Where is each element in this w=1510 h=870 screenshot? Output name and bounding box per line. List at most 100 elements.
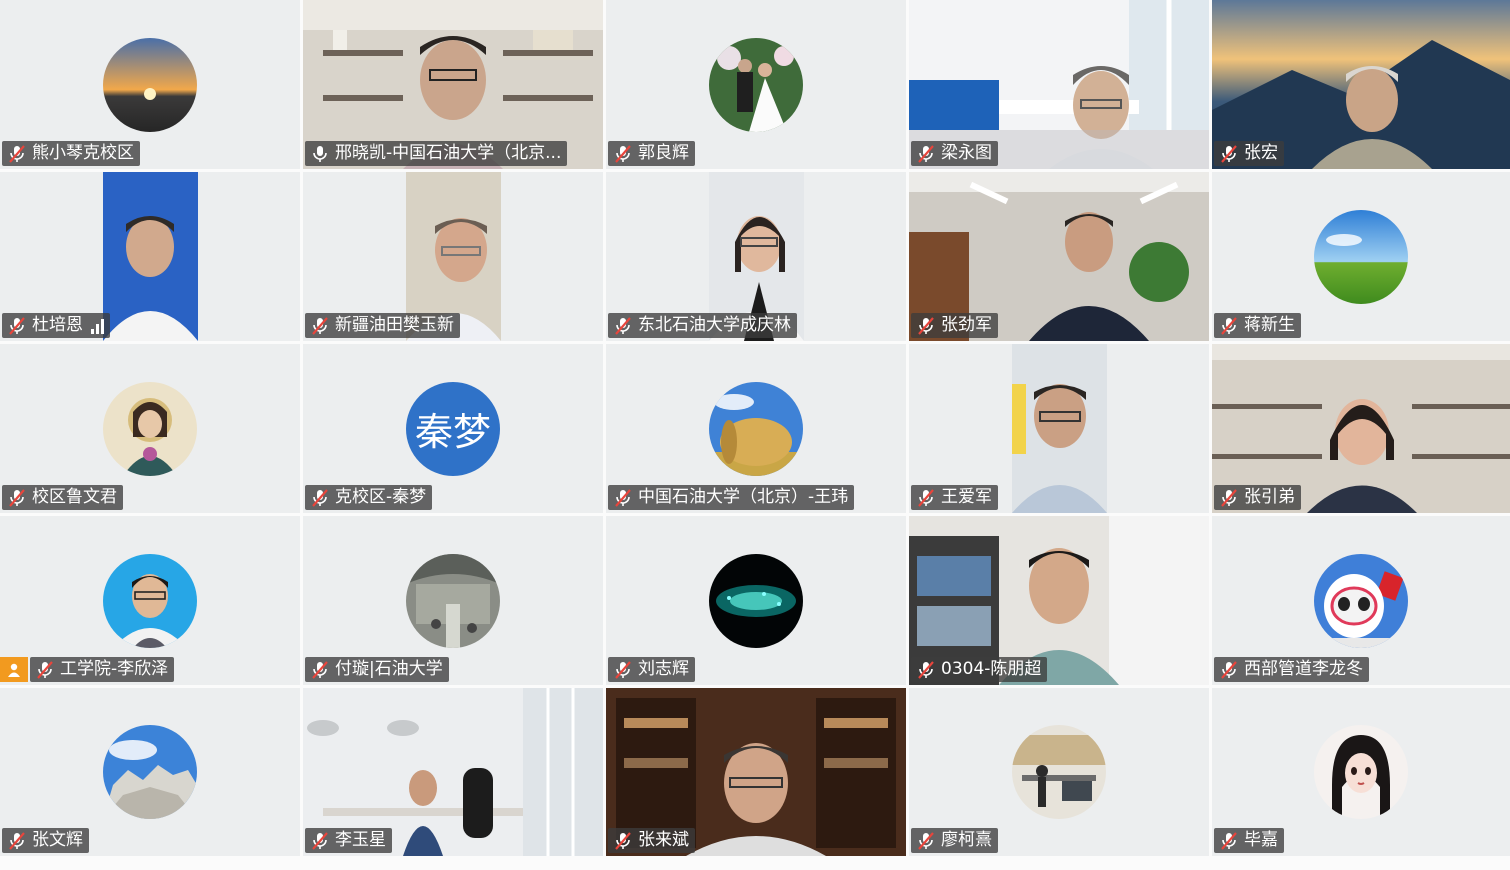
name-label: 0304-陈朋超 <box>911 657 1048 682</box>
mic-muted-icon[interactable] <box>34 659 56 681</box>
participant-tile[interactable]: 毕嘉 <box>1212 688 1510 856</box>
participant-tile[interactable]: 蒋新生 <box>1212 172 1510 341</box>
mic-muted-icon[interactable] <box>1218 659 1240 681</box>
mic-muted-icon[interactable] <box>915 659 937 681</box>
participant-name: 王爱军 <box>941 487 992 507</box>
name-label: 郭良辉 <box>608 141 695 166</box>
participant-tile[interactable]: 郭良辉 <box>606 0 906 169</box>
participant-name: 李玉星 <box>335 830 386 850</box>
participant-tile[interactable]: 中国石油大学（北京）-王玮 <box>606 344 906 513</box>
avatar <box>1012 725 1106 819</box>
mic-muted-icon[interactable] <box>6 487 28 509</box>
participant-name: 付璇|石油大学 <box>335 659 443 679</box>
name-label: 梁永图 <box>911 141 998 166</box>
participant-tile[interactable]: 0304-陈朋超 <box>909 516 1209 685</box>
name-label: 张宏 <box>1214 141 1284 166</box>
name-label: 刘志辉 <box>608 657 695 682</box>
mic-muted-icon[interactable] <box>6 830 28 852</box>
name-label: 西部管道李龙冬 <box>1214 657 1369 682</box>
avatar <box>103 381 197 476</box>
name-label: 张文辉 <box>2 828 89 853</box>
name-label: 蒋新生 <box>1214 313 1301 338</box>
participant-tile[interactable]: 新疆油田樊玉新 <box>303 172 603 341</box>
mic-muted-icon[interactable] <box>1218 315 1240 337</box>
video-grid: 熊小琴克校区 邢晓凯-中国石油大学（北京... 郭良辉 梁永图 张宏 杜培恩 新… <box>0 0 1510 860</box>
mic-muted-icon[interactable] <box>915 143 937 165</box>
name-label: 毕嘉 <box>1214 828 1284 853</box>
name-label: 新疆油田樊玉新 <box>305 313 460 338</box>
initials-avatar: 秦梦 <box>406 381 500 476</box>
participant-tile[interactable]: 刘志辉 <box>606 516 906 685</box>
participant-name: 廖柯熹 <box>941 830 992 850</box>
avatar <box>1314 725 1408 819</box>
name-label: 付璇|石油大学 <box>305 657 449 682</box>
participant-tile[interactable]: 张引弟 <box>1212 344 1510 513</box>
mic-muted-icon[interactable] <box>915 315 937 337</box>
avatar <box>406 553 500 648</box>
name-label: 张来斌 <box>608 828 695 853</box>
mic-icon[interactable] <box>309 143 331 165</box>
participant-tile[interactable]: 廖柯熹 <box>909 688 1209 856</box>
avatar <box>1314 553 1408 648</box>
mic-muted-icon[interactable] <box>309 315 331 337</box>
mic-muted-icon[interactable] <box>612 143 634 165</box>
mic-muted-icon[interactable] <box>915 830 937 852</box>
participant-name: 杜培恩 <box>32 315 83 335</box>
mic-muted-icon[interactable] <box>309 830 331 852</box>
mic-muted-icon[interactable] <box>6 143 28 165</box>
participant-name: 张劲军 <box>941 315 992 335</box>
participant-tile[interactable]: 张劲军 <box>909 172 1209 341</box>
participant-tile[interactable]: 秦梦 克校区-秦梦 <box>303 344 603 513</box>
mic-muted-icon[interactable] <box>915 487 937 509</box>
name-label: 熊小琴克校区 <box>2 141 140 166</box>
participant-name: 毕嘉 <box>1244 830 1278 850</box>
participant-tile[interactable]: 邢晓凯-中国石油大学（北京... <box>303 0 603 169</box>
name-label: 张劲军 <box>911 313 998 338</box>
participant-name: 蒋新生 <box>1244 315 1295 335</box>
participant-tile[interactable]: 工学院-李欣泽 <box>0 516 300 685</box>
name-label: 克校区-秦梦 <box>305 485 433 510</box>
mic-muted-icon[interactable] <box>309 659 331 681</box>
participant-name: 张宏 <box>1244 143 1278 163</box>
mic-muted-icon[interactable] <box>1218 830 1240 852</box>
avatar <box>103 725 197 819</box>
participant-tile[interactable]: 熊小琴克校区 <box>0 0 300 169</box>
participant-name: 克校区-秦梦 <box>335 487 427 507</box>
avatar <box>103 553 197 648</box>
mic-muted-icon[interactable] <box>612 315 634 337</box>
participant-name: 中国石油大学（北京）-王玮 <box>638 487 849 507</box>
participant-tile[interactable]: 张来斌 <box>606 688 906 856</box>
participant-tile[interactable]: 东北石油大学成庆林 <box>606 172 906 341</box>
participant-name: 东北石油大学成庆林 <box>638 315 791 335</box>
name-label: 中国石油大学（北京）-王玮 <box>608 485 855 510</box>
participant-name: 校区鲁文君 <box>32 487 117 507</box>
participant-name: 熊小琴克校区 <box>32 143 134 163</box>
participant-tile[interactable]: 付璇|石油大学 <box>303 516 603 685</box>
participant-tile[interactable]: 张文辉 <box>0 688 300 856</box>
participant-tile[interactable]: 杜培恩 <box>0 172 300 341</box>
signal-bars-icon <box>91 318 104 334</box>
mic-muted-icon[interactable] <box>612 659 634 681</box>
mic-muted-icon[interactable] <box>612 830 634 852</box>
name-label: 东北石油大学成庆林 <box>608 313 797 338</box>
name-label: 工学院-李欣泽 <box>30 657 175 682</box>
participant-tile[interactable]: 张宏 <box>1212 0 1510 169</box>
participant-tile[interactable]: 梁永图 <box>909 0 1209 169</box>
name-label: 李玉星 <box>305 828 392 853</box>
participant-name: 张来斌 <box>638 830 689 850</box>
mic-muted-icon[interactable] <box>612 487 634 509</box>
participant-tile[interactable]: 校区鲁文君 <box>0 344 300 513</box>
mic-muted-icon[interactable] <box>1218 487 1240 509</box>
participant-tile[interactable]: 西部管道李龙冬 <box>1212 516 1510 685</box>
avatar <box>1314 209 1408 304</box>
mic-muted-icon[interactable] <box>309 487 331 509</box>
participant-tile[interactable]: 王爱军 <box>909 344 1209 513</box>
name-label: 校区鲁文君 <box>2 485 123 510</box>
name-label: 王爱军 <box>911 485 998 510</box>
avatar <box>709 553 803 648</box>
participant-name: 西部管道李龙冬 <box>1244 659 1363 679</box>
participant-tile[interactable]: 李玉星 <box>303 688 603 856</box>
mic-muted-icon[interactable] <box>1218 143 1240 165</box>
host-person-icon <box>0 657 28 682</box>
mic-muted-icon[interactable] <box>6 315 28 337</box>
